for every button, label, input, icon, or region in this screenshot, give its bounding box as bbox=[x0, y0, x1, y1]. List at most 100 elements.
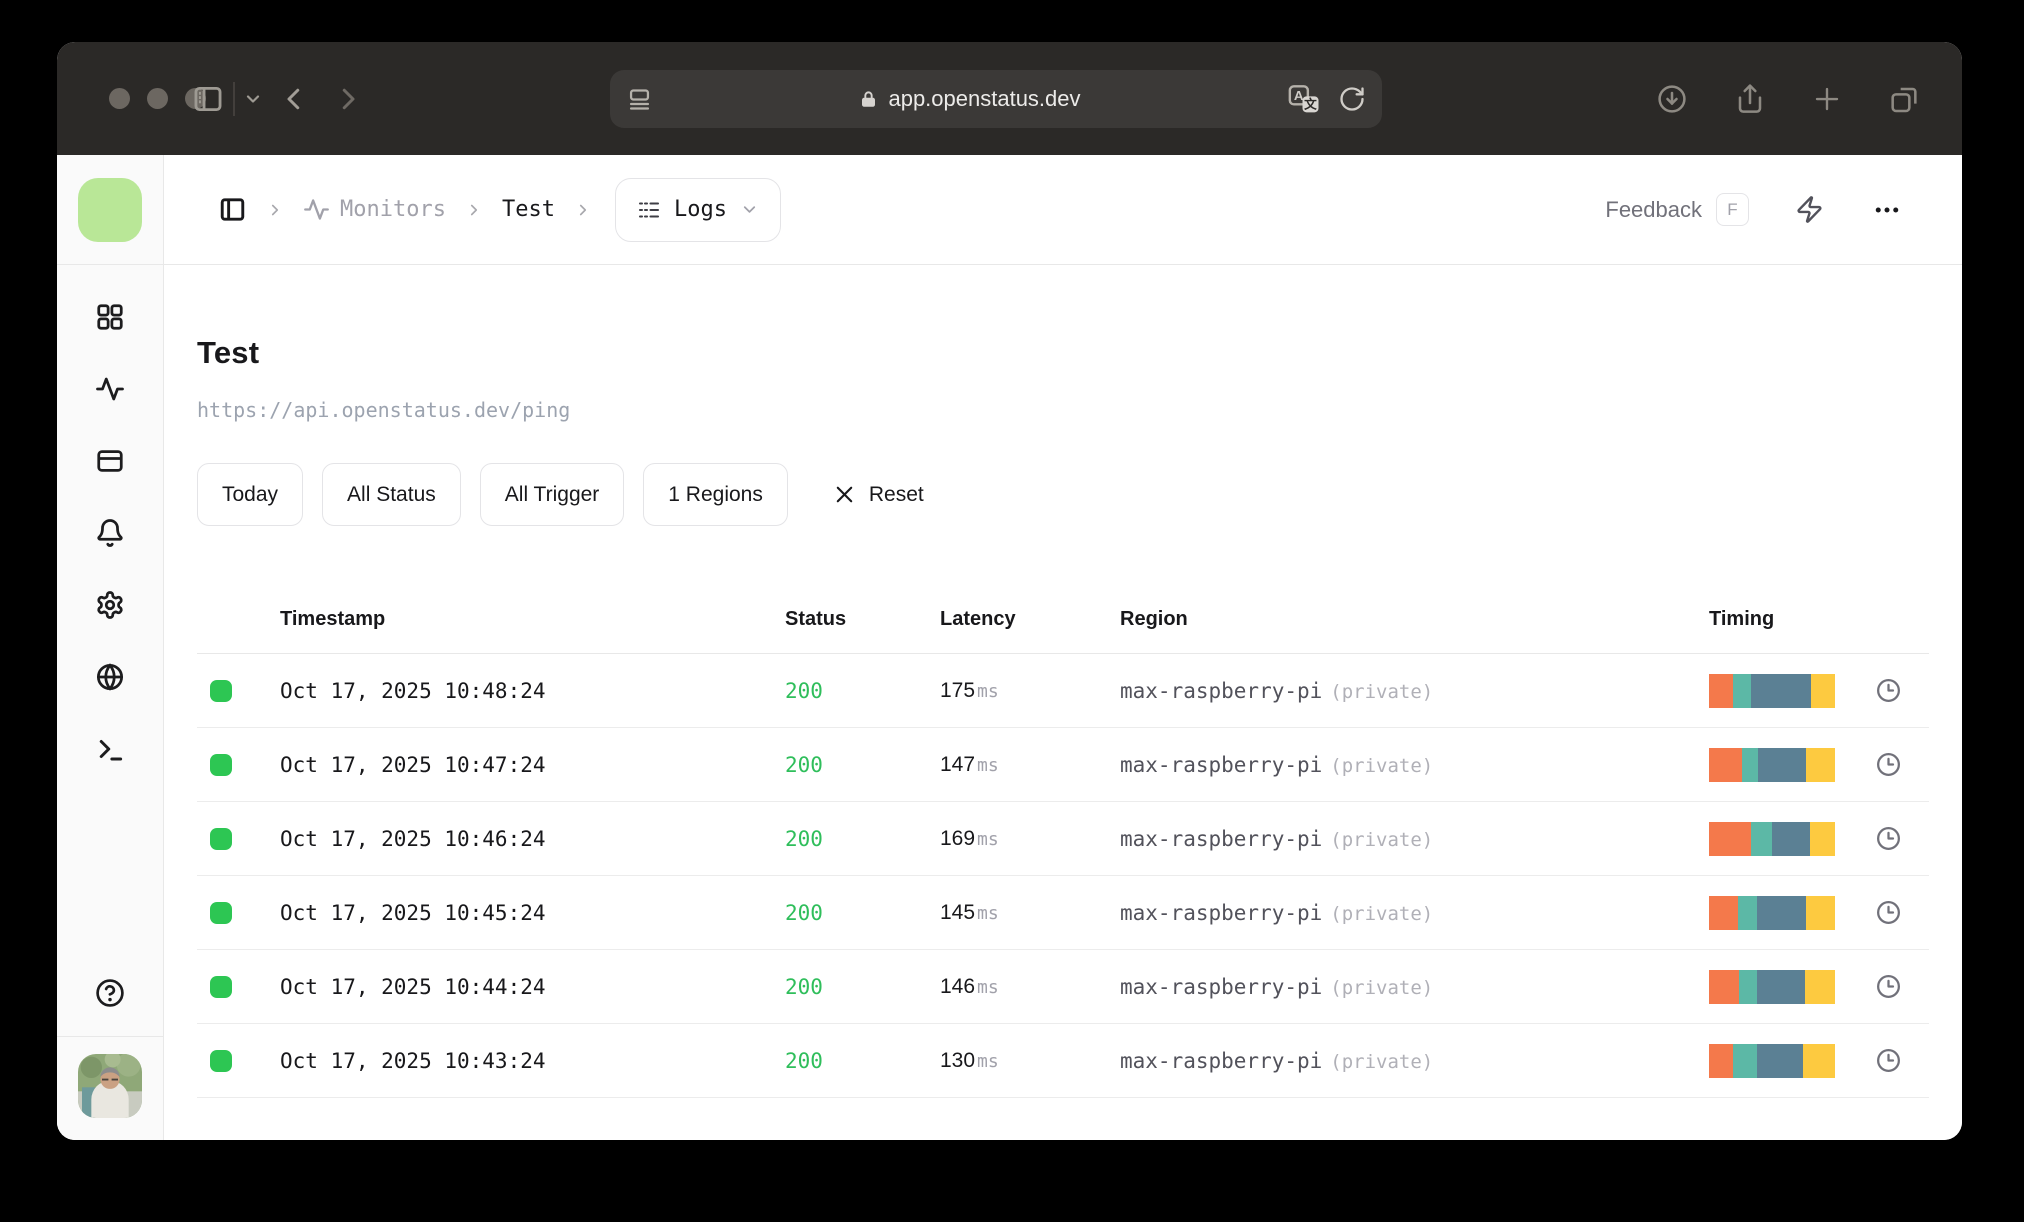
dashboard-grid-icon[interactable] bbox=[95, 302, 125, 332]
new-tab-icon[interactable] bbox=[1812, 84, 1842, 114]
sidebar-menu-chevron-icon[interactable] bbox=[243, 42, 263, 155]
timing-detail-clock-icon[interactable] bbox=[1869, 751, 1929, 778]
x-icon bbox=[836, 486, 853, 503]
timing-segment-ttfb bbox=[1750, 673, 1812, 708]
status-indicator bbox=[210, 827, 232, 850]
toolbar-divider bbox=[233, 82, 235, 116]
logs-view-dropdown[interactable]: Logs bbox=[614, 177, 781, 242]
row-region: max-raspberry-pi (private) bbox=[1120, 900, 1434, 925]
timing-segment-connect bbox=[1732, 673, 1751, 708]
row-timestamp: Oct 17, 2025 10:46:24 bbox=[280, 826, 546, 851]
status-indicator bbox=[210, 679, 232, 702]
reload-icon[interactable] bbox=[1338, 85, 1366, 113]
cli-terminal-icon[interactable] bbox=[95, 734, 125, 764]
domains-globe-icon[interactable] bbox=[95, 662, 125, 692]
settings-gear-icon[interactable] bbox=[95, 590, 125, 620]
browser-sidebar-toggle-icon[interactable] bbox=[191, 42, 225, 155]
address-bar[interactable]: app.openstatus.dev A文 bbox=[610, 70, 1382, 128]
col-timestamp: Timestamp bbox=[280, 608, 386, 630]
more-options-ellipsis-icon[interactable] bbox=[1872, 195, 1902, 225]
row-status-code: 200 bbox=[785, 752, 823, 777]
col-region: Region bbox=[1120, 608, 1188, 630]
row-status-code: 200 bbox=[785, 826, 823, 851]
timing-segment-transfer bbox=[1811, 673, 1835, 708]
timing-bar bbox=[1709, 1043, 1835, 1078]
timing-segment-transfer bbox=[1804, 969, 1835, 1004]
row-latency: 175 ms bbox=[940, 678, 999, 702]
user-avatar[interactable] bbox=[78, 1054, 142, 1118]
table-row[interactable]: Oct 17, 2025 10:44:24 200 146 ms max-rasp… bbox=[197, 950, 1929, 1024]
chevron-right-icon bbox=[266, 201, 284, 219]
table-row[interactable]: Oct 17, 2025 10:46:24 200 169 ms max-rasp… bbox=[197, 802, 1929, 876]
monitors-activity-icon[interactable] bbox=[95, 374, 125, 404]
breadcrumb-monitors[interactable]: Monitors bbox=[303, 196, 446, 223]
status-pages-icon[interactable] bbox=[95, 446, 125, 476]
table-row[interactable]: Oct 17, 2025 10:45:24 200 145 ms max-rasp… bbox=[197, 876, 1929, 950]
monitor-endpoint-url: https://api.openstatus.dev/ping bbox=[197, 398, 571, 422]
feedback-button[interactable]: Feedback F bbox=[1605, 193, 1749, 226]
status-indicator bbox=[210, 753, 232, 776]
row-timestamp: Oct 17, 2025 10:48:24 bbox=[280, 678, 546, 703]
status-indicator bbox=[210, 975, 232, 998]
timing-segment-connect bbox=[1750, 821, 1772, 856]
row-timestamp: Oct 17, 2025 10:45:24 bbox=[280, 900, 546, 925]
feedback-label: Feedback bbox=[1605, 196, 1702, 222]
content-area: Monitors Test Logs Feedback F Test https… bbox=[164, 155, 1962, 1140]
reader-view-icon[interactable] bbox=[626, 86, 653, 113]
timing-segment-dns bbox=[1709, 895, 1738, 930]
tab-overview-icon[interactable] bbox=[1888, 83, 1920, 115]
timing-segment-dns bbox=[1709, 673, 1733, 708]
quick-actions-bolt-icon[interactable] bbox=[1795, 195, 1824, 224]
table-row[interactable]: Oct 17, 2025 10:48:24 200 175 ms max-rasp… bbox=[197, 654, 1929, 728]
svg-text:文: 文 bbox=[1304, 97, 1317, 112]
row-status-code: 200 bbox=[785, 900, 823, 925]
minimize-window-button[interactable] bbox=[147, 88, 168, 109]
reset-label: Reset bbox=[868, 482, 924, 506]
row-timestamp: Oct 17, 2025 10:44:24 bbox=[280, 974, 546, 999]
browser-toolbar: app.openstatus.dev A文 bbox=[57, 42, 1962, 155]
share-icon[interactable] bbox=[1734, 83, 1766, 115]
table-row[interactable]: Oct 17, 2025 10:43:24 200 130 ms max-rasp… bbox=[197, 1024, 1929, 1098]
table-row[interactable]: Oct 17, 2025 10:47:24 200 147 ms max-rasp… bbox=[197, 728, 1929, 802]
row-status-code: 200 bbox=[785, 1048, 823, 1073]
notifications-bell-icon[interactable] bbox=[95, 518, 125, 548]
timing-segment-dns bbox=[1709, 1043, 1733, 1078]
breadcrumb-test[interactable]: Test bbox=[502, 197, 555, 222]
feedback-kbd-badge: F bbox=[1716, 193, 1749, 226]
table-body: Oct 17, 2025 10:48:24 200 175 ms max-rasp… bbox=[197, 654, 1929, 1098]
timing-detail-clock-icon[interactable] bbox=[1869, 1047, 1929, 1074]
timing-segment-transfer bbox=[1805, 895, 1835, 930]
workspace-logo[interactable] bbox=[78, 177, 142, 242]
filter-regions-button[interactable]: 1 Regions bbox=[643, 463, 788, 526]
row-status-code: 200 bbox=[785, 974, 823, 999]
filter-period-button[interactable]: Today bbox=[197, 463, 304, 526]
col-latency: Latency bbox=[940, 608, 1016, 630]
row-latency: 169 ms bbox=[940, 826, 999, 850]
timing-detail-clock-icon[interactable] bbox=[1869, 677, 1929, 704]
row-latency: 146 ms bbox=[940, 974, 999, 998]
timing-segment-ttfb bbox=[1756, 969, 1805, 1004]
filter-trigger-button[interactable]: All Trigger bbox=[479, 463, 625, 526]
back-button-icon[interactable] bbox=[279, 42, 309, 155]
timing-detail-clock-icon[interactable] bbox=[1869, 825, 1929, 852]
downloads-icon[interactable] bbox=[1656, 83, 1688, 115]
close-window-button[interactable] bbox=[109, 88, 130, 109]
timing-segment-ttfb bbox=[1758, 747, 1806, 782]
timing-segment-connect bbox=[1737, 895, 1757, 930]
timing-segment-transfer bbox=[1809, 821, 1835, 856]
timing-detail-clock-icon[interactable] bbox=[1869, 973, 1929, 1000]
translate-icon[interactable]: A文 bbox=[1287, 83, 1322, 115]
reset-filters-button[interactable]: Reset bbox=[833, 483, 924, 507]
timing-segment-transfer bbox=[1803, 1043, 1835, 1078]
row-region: max-raspberry-pi (private) bbox=[1120, 974, 1434, 999]
forward-button-icon[interactable] bbox=[333, 42, 363, 155]
timing-detail-clock-icon[interactable] bbox=[1869, 899, 1929, 926]
row-region: max-raspberry-pi (private) bbox=[1120, 1048, 1434, 1073]
col-timing: Timing bbox=[1709, 608, 1775, 630]
row-latency: 147 ms bbox=[940, 752, 999, 776]
panel-toggle-icon[interactable] bbox=[218, 195, 247, 224]
help-icon[interactable] bbox=[94, 977, 126, 1014]
row-timestamp: Oct 17, 2025 10:43:24 bbox=[280, 1048, 546, 1073]
filter-status-button[interactable]: All Status bbox=[322, 463, 461, 526]
header-actions: Feedback F bbox=[1605, 193, 1902, 226]
